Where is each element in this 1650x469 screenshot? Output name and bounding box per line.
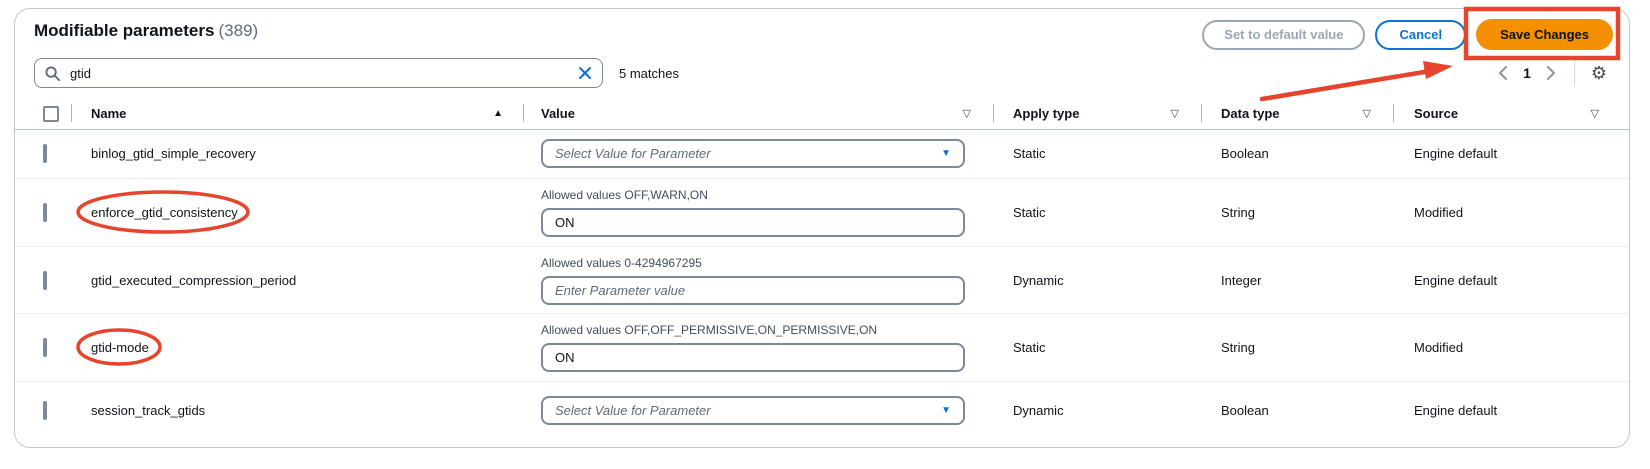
row-checkbox[interactable] [43, 271, 47, 290]
parameter-count: (389) [218, 21, 258, 40]
data-type-value: String [1221, 205, 1255, 220]
apply-type-value: Dynamic [1013, 403, 1064, 418]
match-count-label: 5 matches [619, 58, 679, 88]
row-checkbox[interactable] [43, 144, 47, 163]
row-checkbox[interactable] [43, 401, 47, 420]
filter-icon[interactable]: ▽ [963, 107, 971, 120]
search-box[interactable] [34, 58, 603, 88]
table-row: enforce_gtid_consistency Allowed values O… [15, 178, 1629, 246]
data-type-value: String [1221, 340, 1255, 355]
pagination: 1 ⚙ [1490, 57, 1613, 89]
source-value: Modified [1414, 205, 1463, 220]
pager-divider [1574, 60, 1575, 86]
source-value: Modified [1414, 340, 1463, 355]
apply-type-value: Dynamic [1013, 273, 1064, 288]
sort-ascending-icon[interactable]: ▲ [493, 108, 503, 119]
filter-icon[interactable]: ▽ [1171, 107, 1179, 120]
source-value: Engine default [1414, 146, 1497, 161]
column-header-data-type[interactable]: Data type ▽ [1201, 98, 1393, 129]
cancel-button[interactable]: Cancel [1375, 20, 1466, 50]
value-select[interactable]: Select Value for Parameter ▼ [541, 139, 965, 168]
table-row: gtid_executed_compression_period Allowed … [15, 246, 1629, 313]
set-to-default-button[interactable]: Set to default value [1202, 20, 1365, 50]
column-label: Data type [1221, 106, 1280, 121]
parameter-name: enforce_gtid_consistency [91, 205, 238, 220]
value-select[interactable]: Select Value for Parameter ▼ [541, 396, 965, 425]
column-header-source[interactable]: Source ▽ [1393, 98, 1629, 129]
source-value: Engine default [1414, 273, 1497, 288]
dropdown-caret-icon: ▼ [941, 148, 951, 159]
column-label: Source [1414, 106, 1458, 121]
parameter-name: binlog_gtid_simple_recovery [91, 146, 256, 161]
table-row: session_track_gtids Select Value for Para… [15, 381, 1629, 439]
select-all-checkbox[interactable] [43, 106, 59, 122]
source-value: Engine default [1414, 403, 1497, 418]
panel-title-text: Modifiable parameters [34, 21, 214, 40]
table-body: binlog_gtid_simple_recovery Select Value … [15, 129, 1629, 439]
select-placeholder: Select Value for Parameter [555, 403, 711, 418]
allowed-values-label: Allowed values 0-4294967295 [541, 256, 993, 270]
page-title: Modifiable parameters(389) [34, 21, 258, 41]
value-input[interactable] [555, 215, 951, 230]
value-input[interactable] [555, 350, 951, 365]
current-page-number[interactable]: 1 [1516, 65, 1538, 81]
value-input[interactable] [555, 283, 951, 298]
gear-icon[interactable]: ⚙ [1585, 60, 1613, 86]
filter-icon[interactable]: ▽ [1591, 107, 1599, 120]
search-input[interactable] [68, 65, 570, 82]
parameter-name: gtid_executed_compression_period [91, 273, 296, 288]
save-changes-button[interactable]: Save Changes [1476, 19, 1613, 50]
clear-x-icon[interactable] [578, 66, 592, 80]
data-type-value: Integer [1221, 273, 1261, 288]
select-placeholder: Select Value for Parameter [555, 146, 711, 161]
chevron-right-icon[interactable] [1538, 60, 1564, 86]
chevron-left-icon[interactable] [1490, 60, 1516, 86]
column-label: Name [91, 106, 126, 121]
parameter-name: session_track_gtids [91, 403, 205, 418]
dropdown-caret-icon: ▼ [941, 405, 951, 416]
apply-type-value: Static [1013, 340, 1046, 355]
table-row: gtid-mode Allowed values OFF,OFF_PERMISSI… [15, 313, 1629, 381]
allowed-values-label: Allowed values OFF,OFF_PERMISSIVE,ON_PER… [541, 323, 993, 337]
header-select-all-cell [15, 98, 71, 129]
column-header-value[interactable]: Value ▽ [523, 98, 993, 129]
column-label: Value [541, 106, 575, 121]
table-row: binlog_gtid_simple_recovery Select Value … [15, 129, 1629, 178]
filter-icon[interactable]: ▽ [1363, 107, 1371, 120]
table-header: Name ▲ Value ▽ Apply type ▽ Data type ▽ … [15, 98, 1629, 130]
parameter-name: gtid-mode [91, 340, 149, 355]
apply-type-value: Static [1013, 146, 1046, 161]
search-icon [45, 66, 60, 81]
data-type-value: Boolean [1221, 403, 1269, 418]
row-checkbox[interactable] [43, 203, 47, 222]
modifiable-parameters-panel: Modifiable parameters(389) Set to defaul… [14, 8, 1630, 448]
allowed-values-label: Allowed values OFF,WARN,ON [541, 188, 993, 202]
apply-type-value: Static [1013, 205, 1046, 220]
column-header-name[interactable]: Name ▲ [71, 98, 523, 129]
toolbar: Set to default value Cancel Save Changes [1202, 19, 1613, 50]
data-type-value: Boolean [1221, 146, 1269, 161]
row-checkbox[interactable] [43, 338, 47, 357]
column-label: Apply type [1013, 106, 1079, 121]
column-header-apply-type[interactable]: Apply type ▽ [993, 98, 1201, 129]
screenshot-stage: Modifiable parameters(389) Set to defaul… [0, 0, 1650, 469]
